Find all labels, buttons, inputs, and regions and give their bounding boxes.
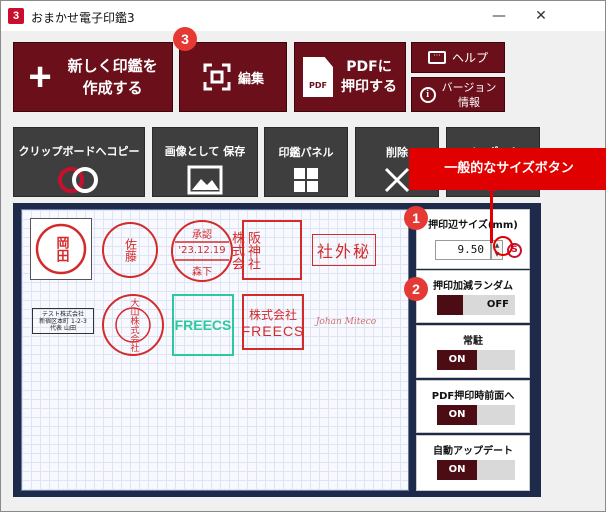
close-button[interactable]: ✕: [521, 1, 561, 31]
stamp-item[interactable]: 佐藤: [100, 220, 160, 280]
stamp-text: 株式会: [229, 230, 244, 270]
random-card: 押印加減ランダム OFF: [416, 270, 530, 323]
size-input[interactable]: 9.50: [435, 240, 491, 260]
stamp-panel-label: 印鑑パネル: [278, 146, 334, 159]
minimize-button[interactable]: —: [479, 1, 519, 31]
stamp-item[interactable]: 株式会社 FREECS: [242, 294, 304, 350]
toggle-state: OFF: [486, 299, 509, 310]
callout-number-1: 1: [404, 206, 428, 230]
resident-toggle[interactable]: ON: [437, 350, 515, 370]
stamp-text: 承認: [192, 230, 212, 241]
pdf-front-label: PDF押印時前面へ: [431, 391, 515, 402]
title-bar: 3 おまかせ電子印鑑3 — ✕: [1, 1, 605, 31]
version-button[interactable]: i バージョン 情報: [411, 77, 505, 112]
auto-update-label: 自動アップデート: [433, 446, 513, 457]
help-label: ヘルプ: [451, 51, 488, 65]
pdf-stamp-label: PDFに 押印する: [341, 57, 397, 97]
toggle-state: ON: [437, 460, 477, 480]
pdf-front-card: PDF押印時前面へ ON: [416, 380, 530, 433]
stamp-item[interactable]: 社外秘: [312, 234, 376, 266]
callout-pointer: [490, 185, 493, 243]
work-area: 岡田 佐藤 承認 '23.12.19 森下 株式会 阪神社 社外秘 テスト株式会…: [13, 203, 541, 497]
stamp-text: 社外秘: [316, 242, 371, 261]
pdf-stamp-label-line1: PDFに: [346, 59, 392, 75]
stamp-text: 新宿区本町 1-2-3: [39, 317, 87, 325]
toggle-knob: [437, 295, 463, 315]
grid-icon: [294, 168, 318, 192]
stamp-text: 株式会社: [248, 307, 297, 322]
pdf-stamp-label-line2: 押印する: [341, 79, 397, 95]
stamp-canvas[interactable]: 岡田 佐藤 承認 '23.12.19 森下 株式会 阪神社 社外秘 テスト株式会…: [21, 209, 409, 491]
stamp-text: FREECS: [241, 322, 305, 339]
stamp-text: 阪神社: [245, 230, 260, 270]
resident-card: 常駐 ON: [416, 325, 530, 378]
callout-ring: [493, 236, 513, 256]
help-button[interactable]: ··· ヘルプ: [411, 42, 505, 73]
image-icon: [187, 165, 223, 195]
stamp-text: 佐藤: [123, 238, 138, 262]
focus-frame-icon: [203, 63, 231, 91]
copy-clipboard-button[interactable]: クリップボードへコピー: [13, 127, 145, 197]
resident-label: 常駐: [463, 336, 483, 347]
window-title: おまかせ電子印鑑3: [31, 11, 135, 25]
chat-icon: ···: [427, 51, 446, 64]
two-circles-icon: [58, 167, 98, 193]
stamp-item[interactable]: 株式会 阪神社: [229, 220, 302, 280]
auto-update-toggle[interactable]: ON: [437, 460, 515, 480]
app-window: 3 おまかせ電子印鑑3 — ✕ + 新しく印鑑を 作成する 編集 PDF PDF…: [0, 0, 606, 512]
edit-label: 編集: [237, 71, 264, 87]
stamp-item[interactable]: テスト株式会社 新宿区本町 1-2-3 代表 山田: [32, 308, 94, 334]
delete-label: 削除: [386, 146, 408, 159]
stamp-text: 岡田: [53, 236, 69, 262]
callout-number-2: 2: [404, 277, 428, 301]
callout-number-3: 3: [173, 27, 197, 51]
stamp-item[interactable]: FREECS: [172, 294, 234, 356]
app-icon: 3: [8, 8, 24, 24]
plus-icon: +: [28, 55, 52, 99]
size-label: 押印辺サイズ(mm): [428, 220, 518, 231]
signature-text: Johan Miteco: [315, 317, 377, 327]
random-toggle[interactable]: OFF: [437, 295, 515, 315]
pdf-icon: PDF: [303, 57, 333, 97]
version-label-line1: バージョン: [441, 80, 497, 94]
stamp-item[interactable]: 承認 '23.12.19 森下: [169, 218, 235, 284]
info-icon: i: [419, 86, 436, 103]
stamp-item[interactable]: Johan Miteco: [312, 312, 380, 332]
new-stamp-label: 新しく印鑑を 作成する: [68, 55, 158, 99]
save-image-button[interactable]: 画像として 保存: [152, 127, 258, 197]
pdf-front-toggle[interactable]: ON: [437, 405, 515, 425]
stamp-panel-button[interactable]: 印鑑パネル: [264, 127, 348, 197]
version-label: バージョン 情報: [442, 80, 497, 110]
pdf-stamp-button[interactable]: PDF PDFに 押印する: [294, 42, 406, 112]
toggle-state: ON: [437, 350, 477, 370]
tooltip-callout: 一般的なサイズボタン: [409, 148, 606, 190]
stamp-text: 大山株式会社: [128, 298, 139, 352]
stamp-text-columns: 株式会 阪神社: [229, 231, 315, 270]
auto-update-card: 自動アップデート ON: [416, 435, 530, 491]
size-card: 押印辺サイズ(mm) 9.50 ▲ ▼ S: [416, 209, 530, 269]
new-stamp-button[interactable]: + 新しく印鑑を 作成する: [13, 42, 173, 112]
stamp-text: テスト株式会社: [41, 310, 84, 318]
x-icon: [384, 167, 410, 193]
new-stamp-label-line1: 新しく印鑑を: [67, 57, 158, 75]
copy-clipboard-label: クリップボードへコピー: [18, 145, 140, 158]
stamp-item[interactable]: 岡田: [30, 218, 92, 280]
edit-button[interactable]: 編集: [179, 42, 287, 112]
stamp-text: FREECS: [174, 317, 232, 333]
stamp-item[interactable]: 大山株式会社: [100, 292, 166, 358]
random-label: 押印加減ランダム: [433, 281, 513, 292]
version-label-line2: 情報: [458, 95, 480, 109]
stamp-date: '23.12.19: [178, 245, 226, 256]
toggle-state: ON: [437, 405, 477, 425]
save-image-label: 画像として 保存: [164, 145, 246, 158]
stamp-text: 森下: [192, 267, 212, 278]
new-stamp-label-line2: 作成する: [82, 79, 143, 97]
stamp-text: 代表 山田: [50, 324, 76, 332]
